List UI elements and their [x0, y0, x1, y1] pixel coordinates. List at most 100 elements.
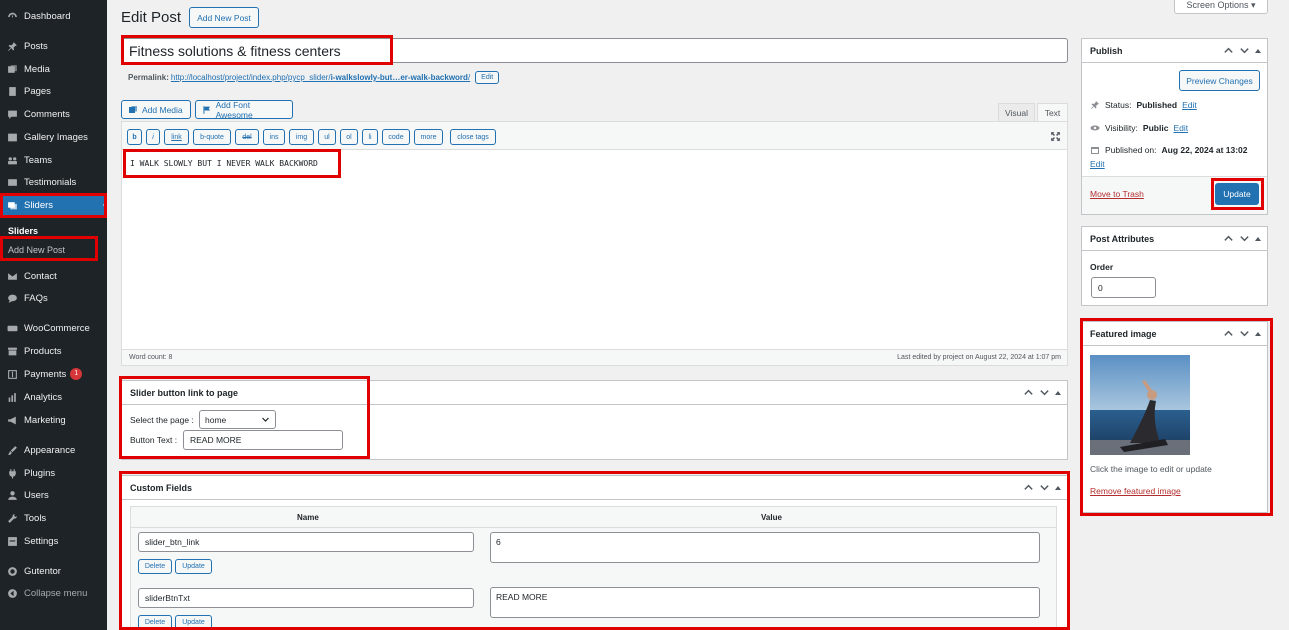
qt-close-tags-button[interactable]: close tags: [450, 129, 496, 145]
toggle-triangle-icon[interactable]: [1255, 236, 1261, 241]
menu-testimonials[interactable]: Testimonials: [0, 172, 107, 192]
qt-link-button[interactable]: link: [164, 129, 189, 145]
edit-visibility-link[interactable]: Edit: [1173, 123, 1188, 133]
tab-text[interactable]: Text: [1037, 103, 1068, 122]
qt-bquote-button[interactable]: b-quote: [193, 129, 231, 145]
qt-ol-button[interactable]: ol: [340, 129, 358, 145]
qt-bold-button[interactable]: b: [127, 129, 142, 145]
chevron-down-icon: [262, 417, 269, 422]
update-field-button[interactable]: Update: [175, 615, 212, 630]
eye-icon: [1090, 125, 1100, 131]
move-to-trash-link[interactable]: Move to Trash: [1090, 189, 1144, 199]
menu-users[interactable]: Users: [0, 485, 107, 505]
testimonials-icon: [0, 177, 24, 188]
menu-comments[interactable]: Comments: [0, 104, 107, 124]
menu-tools[interactable]: Tools: [0, 508, 107, 528]
qt-ul-button[interactable]: ul: [318, 129, 336, 145]
chevron-down-icon[interactable]: [1239, 328, 1250, 339]
chevron-up-icon[interactable]: [1023, 387, 1034, 398]
add-media-button[interactable]: Add Media: [121, 100, 191, 119]
menu-marketing[interactable]: Marketing: [0, 410, 107, 430]
toggle-triangle-icon[interactable]: [1255, 331, 1261, 336]
menu-appearance[interactable]: Appearance: [0, 440, 107, 460]
delete-field-button[interactable]: Delete: [138, 615, 172, 630]
menu-label: Dashboard: [24, 10, 71, 22]
fullscreen-icon[interactable]: [1050, 131, 1061, 142]
permalink-link[interactable]: http://localhost/project/index.php/pycp_…: [171, 73, 470, 82]
qt-ins-button[interactable]: ins: [263, 129, 285, 145]
permalink-tail: /: [467, 73, 471, 82]
featured-image-thumbnail[interactable]: [1090, 355, 1190, 455]
tab-visual[interactable]: Visual: [998, 103, 1035, 122]
gallery-icon: [0, 132, 24, 143]
chevron-up-icon[interactable]: [1223, 45, 1234, 56]
custom-field-value-textarea[interactable]: READ MORE: [490, 587, 1040, 618]
chevron-down-icon[interactable]: [1239, 233, 1250, 244]
metabox-controls: [1223, 45, 1261, 56]
custom-field-name-input[interactable]: sliderBtnTxt: [138, 588, 474, 608]
screen-options-button[interactable]: Screen Options ▾: [1174, 0, 1268, 14]
qt-more-button[interactable]: more: [414, 129, 443, 145]
menu-faqs[interactable]: FAQs: [0, 288, 107, 308]
menu-woocommerce[interactable]: WooCommerce: [0, 318, 107, 338]
menu-contact[interactable]: Contact: [0, 266, 107, 286]
menu-gallery-images[interactable]: Gallery Images: [0, 127, 107, 147]
button-text-input[interactable]: READ MORE: [183, 430, 343, 450]
delete-field-button[interactable]: Delete: [138, 559, 172, 574]
add-font-awesome-button[interactable]: Add Font Awesome: [195, 100, 293, 120]
menu-pages[interactable]: Pages: [0, 81, 107, 101]
gutentor-icon: [0, 566, 24, 577]
chevron-down-icon[interactable]: [1039, 387, 1050, 398]
calendar-icon: [1091, 147, 1099, 154]
page-select[interactable]: home: [199, 410, 276, 429]
last-edited: Last edited by project on August 22, 202…: [897, 354, 1061, 361]
permalink-edit-button[interactable]: Edit: [475, 71, 500, 84]
edit-date-link[interactable]: Edit: [1090, 159, 1105, 169]
menu-posts[interactable]: Posts: [0, 36, 107, 56]
post-title-input[interactable]: Fitness solutions & fitness centers: [121, 38, 1068, 63]
preview-changes-button[interactable]: Preview Changes: [1179, 70, 1260, 91]
update-field-button[interactable]: Update: [175, 559, 212, 574]
qt-del-button[interactable]: del: [235, 129, 259, 145]
menu-analytics[interactable]: Analytics: [0, 387, 107, 407]
menu-payments[interactable]: Payments 1: [0, 364, 107, 384]
order-input[interactable]: 0: [1091, 277, 1156, 298]
submenu-add-new-post[interactable]: Add New Post: [8, 245, 65, 255]
menu-sliders[interactable]: Sliders: [0, 195, 107, 215]
chevron-up-icon[interactable]: [1223, 233, 1234, 244]
menu-teams[interactable]: Teams: [0, 150, 107, 170]
collapse-menu-button[interactable]: Collapse menu: [0, 583, 107, 603]
menu-label: Testimonials: [24, 176, 77, 188]
toggle-triangle-icon[interactable]: [1255, 48, 1261, 53]
plug-icon: [0, 468, 24, 479]
toggle-triangle-icon[interactable]: [1055, 390, 1061, 395]
update-button[interactable]: Update: [1215, 183, 1259, 205]
menu-dashboard[interactable]: Dashboard: [0, 6, 107, 26]
custom-fields-metabox: Custom Fields Name Value slider_btn_link…: [121, 475, 1068, 630]
chevron-down-icon[interactable]: [1239, 45, 1250, 56]
qt-code-button[interactable]: code: [382, 129, 410, 145]
toggle-triangle-icon[interactable]: [1055, 485, 1061, 490]
menu-media[interactable]: Media: [0, 59, 107, 79]
custom-field-value-textarea[interactable]: 6: [490, 532, 1040, 563]
published-value: Aug 22, 2024 at 13:02: [1161, 145, 1248, 155]
menu-plugins[interactable]: Plugins: [0, 463, 107, 483]
published-label: Published on:: [1105, 145, 1157, 155]
qt-img-button[interactable]: img: [289, 129, 314, 145]
collapse-icon: [0, 588, 24, 599]
chevron-up-icon[interactable]: [1023, 482, 1034, 493]
custom-field-name-input[interactable]: slider_btn_link: [138, 532, 474, 552]
visibility-label: Visibility:: [1105, 123, 1138, 133]
edit-status-link[interactable]: Edit: [1182, 100, 1197, 110]
qt-li-button[interactable]: li: [362, 129, 378, 145]
menu-products[interactable]: Products: [0, 341, 107, 361]
menu-gutentor[interactable]: Gutentor: [0, 561, 107, 581]
qt-italic-button[interactable]: i: [146, 129, 160, 145]
menu-settings[interactable]: Settings: [0, 531, 107, 551]
chevron-down-icon[interactable]: [1039, 482, 1050, 493]
metabox-header: Publish: [1082, 39, 1267, 63]
chevron-up-icon[interactable]: [1223, 328, 1234, 339]
editor-content[interactable]: I WALK SLOWLY BUT I NEVER WALK BACKWORD: [130, 159, 318, 168]
add-new-post-button[interactable]: Add New Post: [189, 7, 259, 28]
remove-featured-image-link[interactable]: Remove featured image: [1090, 486, 1181, 496]
